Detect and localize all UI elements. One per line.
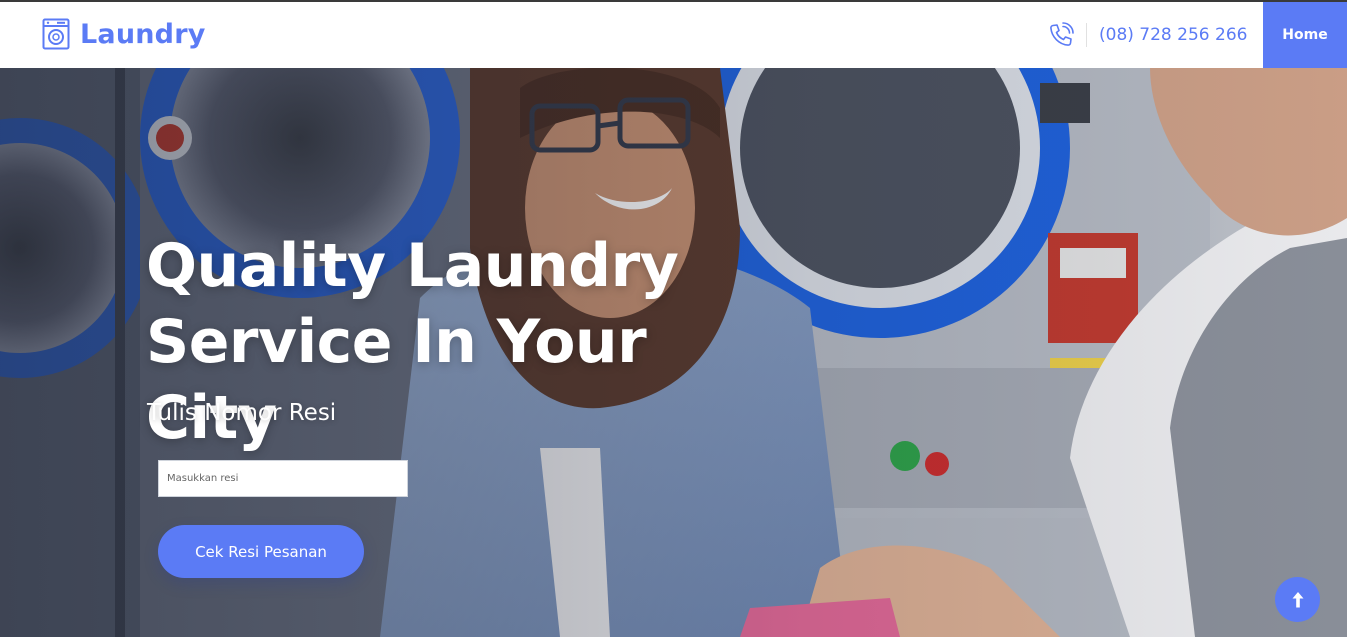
hero-subtitle: Tulis Nomor Resi [147, 400, 337, 426]
hero-title-line-2: Service In Your City [146, 307, 647, 453]
header-contact: (08) 728 256 266 [1048, 22, 1247, 48]
check-resi-button[interactable]: Cek Resi Pesanan [158, 525, 364, 578]
phone-number-link[interactable]: (08) 728 256 266 [1099, 25, 1247, 45]
brand-logo-link[interactable]: Laundry [42, 18, 206, 50]
hero-title-line-1: Quality Laundry [146, 231, 679, 301]
hero-section: Quality Laundry Service In Your City Tul… [0, 68, 1347, 637]
arrow-up-icon [1292, 591, 1303, 607]
scroll-to-top-button[interactable] [1275, 577, 1320, 622]
resi-number-input[interactable] [158, 460, 408, 497]
phone-ringing-icon [1050, 22, 1074, 46]
brand-name: Laundry [80, 18, 206, 50]
nav-item-home[interactable]: Home [1263, 2, 1347, 68]
washing-machine-icon [42, 18, 70, 50]
contact-divider [1086, 23, 1087, 47]
navbar: Laundry (08) 728 256 266 Home [0, 2, 1347, 68]
